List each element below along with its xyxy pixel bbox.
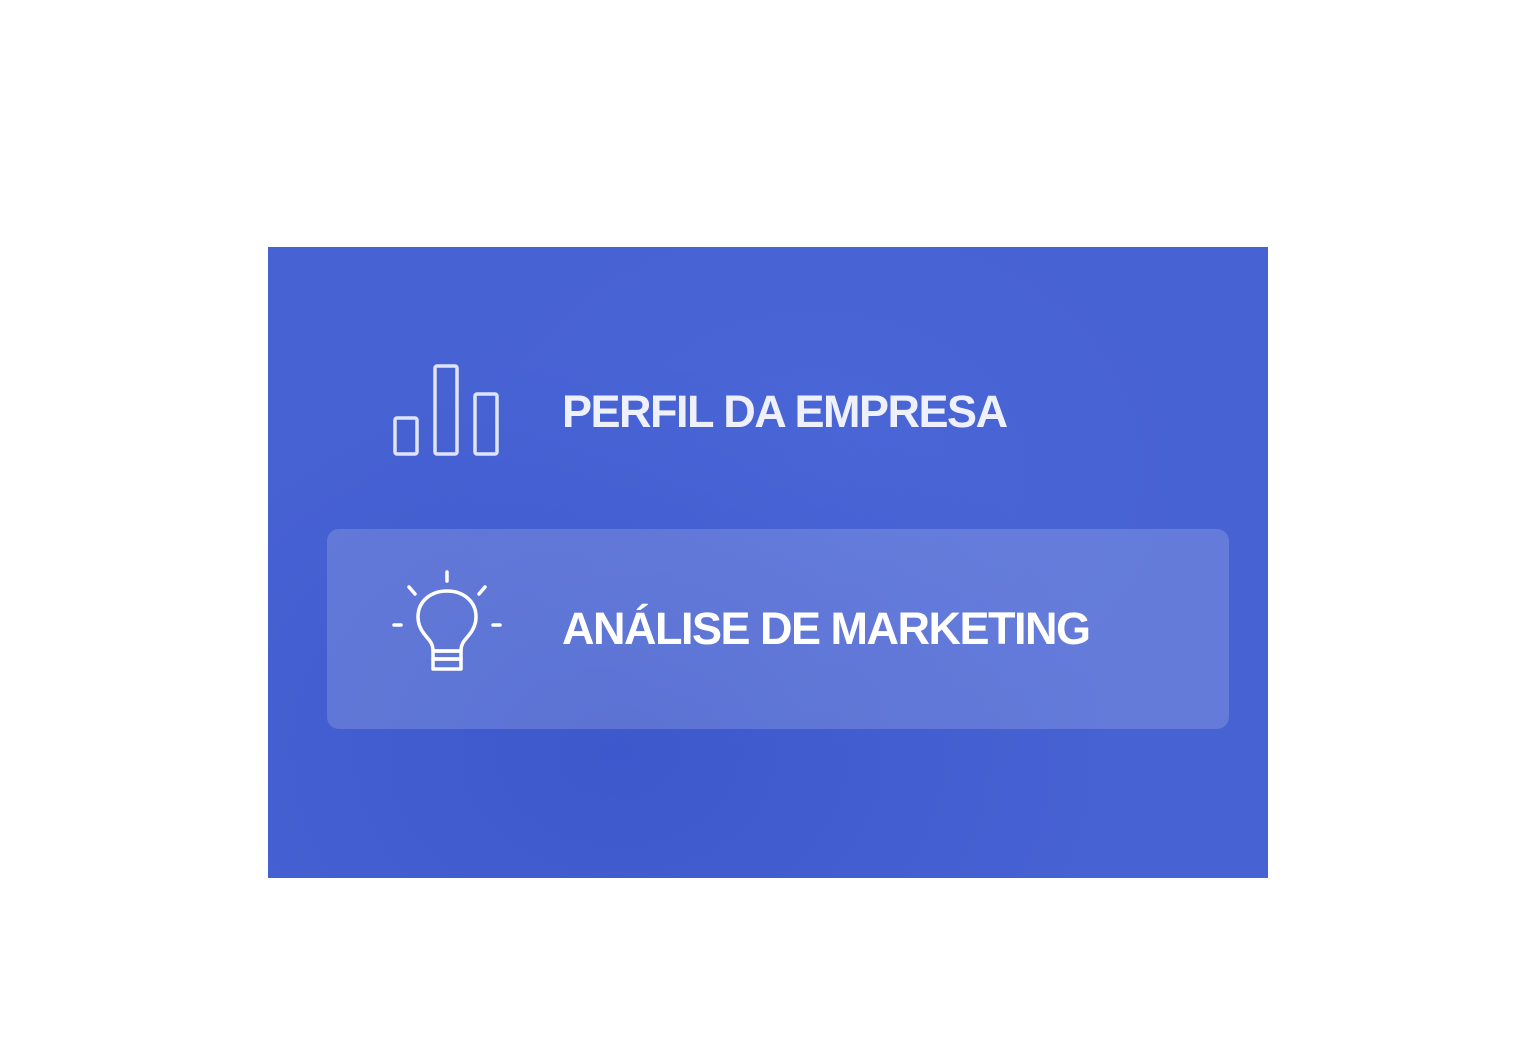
bar-chart-icon (387, 352, 507, 472)
lightbulb-icon (387, 569, 507, 689)
nav-item-analise-de-marketing[interactable]: ANÁLISE DE MARKETING (327, 529, 1229, 729)
nav-item-perfil-da-empresa[interactable]: PERFIL DA EMPRESA (327, 312, 1229, 512)
nav-item-label: ANÁLISE DE MARKETING (562, 603, 1091, 654)
nav-item-label: PERFIL DA EMPRESA (562, 386, 1008, 437)
nav-panel: PERFIL DA EMPRESA ANÁLISE DE MARKETING (268, 247, 1268, 878)
